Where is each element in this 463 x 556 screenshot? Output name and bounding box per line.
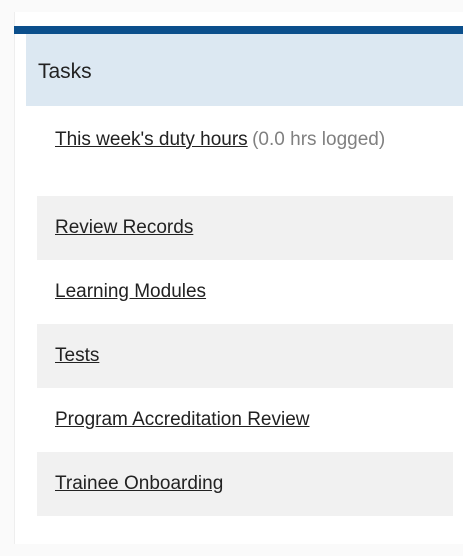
task-item-content: Learning Modules (55, 281, 206, 303)
task-item-content: Program Accreditation Review (55, 409, 310, 431)
learning-modules-link[interactable]: Learning Modules (55, 281, 206, 302)
task-item-tests: Tests (37, 324, 453, 388)
task-list: This week's duty hours (0.0 hrs logged) … (37, 108, 463, 516)
trainee-onboarding-link[interactable]: Trainee Onboarding (55, 473, 223, 494)
duty-hours-note: (0.0 hrs logged) (252, 129, 386, 150)
task-item-program-accreditation-review: Program Accreditation Review (37, 388, 453, 452)
panel-accent-bar (14, 26, 463, 34)
panel-header: Tasks (26, 34, 463, 106)
task-item-content: This week's duty hours (0.0 hrs logged) (55, 127, 415, 153)
duty-hours-link[interactable]: This week's duty hours (55, 129, 248, 150)
task-item-duty-hours: This week's duty hours (0.0 hrs logged) (37, 108, 453, 196)
tests-link[interactable]: Tests (55, 345, 99, 366)
task-item-review-records: Review Records (37, 196, 453, 260)
review-records-link[interactable]: Review Records (55, 217, 193, 238)
task-item-trainee-onboarding: Trainee Onboarding (37, 452, 453, 516)
task-item-content: Review Records (55, 217, 193, 239)
task-item-content: Trainee Onboarding (55, 473, 223, 495)
panel-title: Tasks (38, 60, 92, 83)
program-accreditation-review-link[interactable]: Program Accreditation Review (55, 409, 310, 430)
task-item-content: Tests (55, 345, 99, 367)
task-item-learning-modules: Learning Modules (37, 260, 453, 324)
